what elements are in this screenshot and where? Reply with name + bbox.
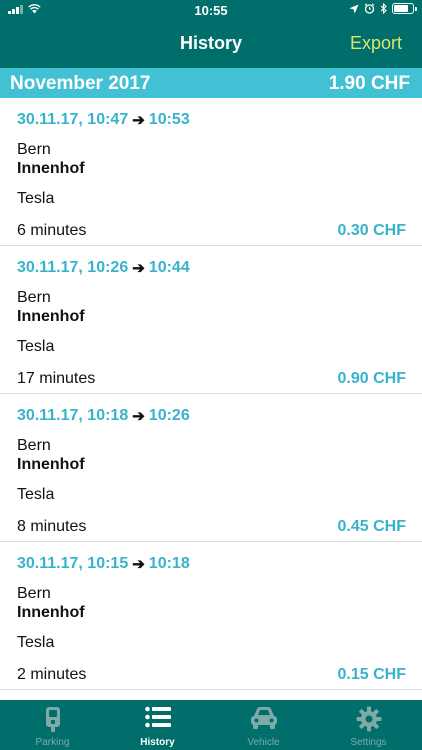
entry-end: 10:53 <box>148 111 190 128</box>
month-total: 1.90 CHF <box>328 73 410 94</box>
top-bar: 10:55 History Export <box>0 0 422 68</box>
history-list: 30.11.17, 10:47 ➔ 10:53 Bern Innenhof Te… <box>0 98 422 690</box>
location-arrow-icon <box>349 4 359 13</box>
battery-icon <box>392 3 417 14</box>
tab-bar: Parking History Vehicle Settings <box>0 700 422 750</box>
entry-price: 0.45 CHF <box>337 518 406 535</box>
entry-city: Bern <box>17 585 51 602</box>
car-icon <box>211 706 316 732</box>
entry-start: 30.11.17, 10:47 <box>17 111 129 128</box>
entry-vehicle: Tesla <box>17 634 55 651</box>
entry-duration: 17 minutes <box>17 370 96 387</box>
bluetooth-icon <box>380 3 387 14</box>
entry-start: 30.11.17, 10:26 <box>17 259 129 276</box>
entry-city: Bern <box>17 141 51 158</box>
tab-label: Vehicle <box>247 737 280 748</box>
gear-icon <box>316 706 421 732</box>
entry-vehicle: Tesla <box>17 486 55 503</box>
tab-history[interactable]: History <box>105 700 210 750</box>
tab-parking[interactable]: Parking <box>0 700 105 750</box>
entry-price: 0.90 CHF <box>337 370 406 387</box>
arrow-right-icon: ➔ <box>132 112 145 129</box>
history-entry[interactable]: 30.11.17, 10:18 ➔ 10:26 Bern Innenhof Te… <box>0 394 422 542</box>
history-entry[interactable]: 30.11.17, 10:26 ➔ 10:44 Bern Innenhof Te… <box>0 246 422 394</box>
entry-city: Bern <box>17 437 51 454</box>
month-header: November 2017 1.90 CHF <box>0 68 422 98</box>
entry-vehicle: Tesla <box>17 190 55 207</box>
entry-vehicle: Tesla <box>17 338 55 355</box>
entry-zone: Innenhof <box>17 308 85 325</box>
arrow-right-icon: ➔ <box>132 408 145 425</box>
tab-settings[interactable]: Settings <box>316 700 421 750</box>
entry-zone: Innenhof <box>17 604 85 621</box>
tab-vehicle[interactable]: Vehicle <box>211 700 316 750</box>
history-entry[interactable]: 30.11.17, 10:15 ➔ 10:18 Bern Innenhof Te… <box>0 542 422 690</box>
entry-city: Bern <box>17 289 51 306</box>
entry-duration: 6 minutes <box>17 222 87 239</box>
tab-label: Parking <box>35 737 70 748</box>
month-label: November 2017 <box>10 73 151 94</box>
list-icon <box>105 706 210 732</box>
entry-end: 10:18 <box>148 555 190 572</box>
entry-start: 30.11.17, 10:18 <box>17 407 129 424</box>
entry-end: 10:26 <box>148 407 190 424</box>
status-bar: 10:55 <box>0 0 422 22</box>
parking-meter-icon <box>0 706 105 732</box>
entry-times: 30.11.17, 10:26 ➔ 10:44 <box>17 259 190 277</box>
arrow-right-icon: ➔ <box>132 556 145 573</box>
entry-price: 0.15 CHF <box>337 666 406 683</box>
entry-price: 0.30 CHF <box>337 222 406 239</box>
tab-label: Settings <box>350 737 387 748</box>
entry-duration: 2 minutes <box>17 666 87 683</box>
entry-end: 10:44 <box>148 259 190 276</box>
entry-zone: Innenhof <box>17 456 85 473</box>
entry-times: 30.11.17, 10:15 ➔ 10:18 <box>17 555 190 573</box>
tab-label: History <box>140 737 175 748</box>
arrow-right-icon: ➔ <box>132 260 145 277</box>
alarm-icon <box>364 3 375 14</box>
entry-times: 30.11.17, 10:18 ➔ 10:26 <box>17 407 190 425</box>
entry-duration: 8 minutes <box>17 518 87 535</box>
entry-times: 30.11.17, 10:47 ➔ 10:53 <box>17 111 190 129</box>
history-entry[interactable]: 30.11.17, 10:47 ➔ 10:53 Bern Innenhof Te… <box>0 98 422 246</box>
entry-start: 30.11.17, 10:15 <box>17 555 129 572</box>
entry-zone: Innenhof <box>17 160 85 177</box>
export-button[interactable]: Export <box>350 33 402 54</box>
